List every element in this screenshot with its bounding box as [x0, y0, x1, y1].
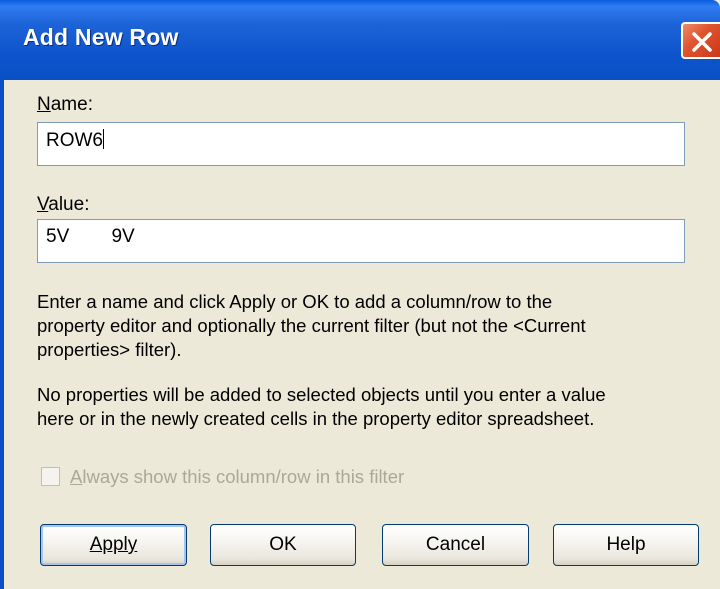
value-input[interactable]: 5V 9V [37, 219, 685, 263]
name-label-text: ame: [50, 94, 93, 115]
help-button[interactable]: Help [553, 524, 699, 566]
help-text-line: here or in the newly created cells in th… [37, 408, 595, 429]
ok-button[interactable]: OK [210, 524, 356, 566]
help-text-note: No properties will be added to selected … [37, 383, 717, 431]
help-text-line: No properties will be added to selected … [37, 384, 606, 405]
apply-button-label: Apply [89, 534, 138, 555]
cancel-button[interactable]: Cancel [382, 524, 529, 566]
help-text-intro: Enter a name and click Apply or OK to ad… [37, 290, 707, 362]
text-cursor [103, 129, 104, 149]
always-show-label-accesskey: A [70, 466, 83, 487]
always-show-label: Always show this column/row in this filt… [70, 466, 404, 488]
add-new-row-dialog: Add New Row Name: ROW6 Value: 5V 9V Ente… [0, 0, 720, 589]
always-show-checkbox[interactable] [41, 467, 60, 486]
value-label: Value: [37, 194, 89, 216]
always-show-label-text: lways show this column/row in this filte… [82, 466, 405, 487]
close-icon [692, 32, 712, 52]
close-button[interactable] [681, 22, 720, 59]
title-bar[interactable]: Add New Row [0, 0, 720, 80]
name-input[interactable]: ROW6 [37, 122, 685, 166]
name-label: Name: [37, 94, 93, 116]
value-label-text: alue: [48, 194, 90, 215]
apply-button[interactable]: Apply [40, 524, 187, 566]
help-text-line: properties> filter). [37, 339, 182, 360]
name-input-value: ROW6 [46, 130, 103, 151]
help-text-line: Enter a name and click Apply or OK to ad… [37, 291, 553, 312]
name-label-accesskey: N [37, 94, 51, 115]
help-text-line: property editor and optionally the curre… [37, 315, 586, 336]
value-label-accesskey: V [37, 194, 49, 215]
dialog-title: Add New Row [23, 24, 179, 50]
